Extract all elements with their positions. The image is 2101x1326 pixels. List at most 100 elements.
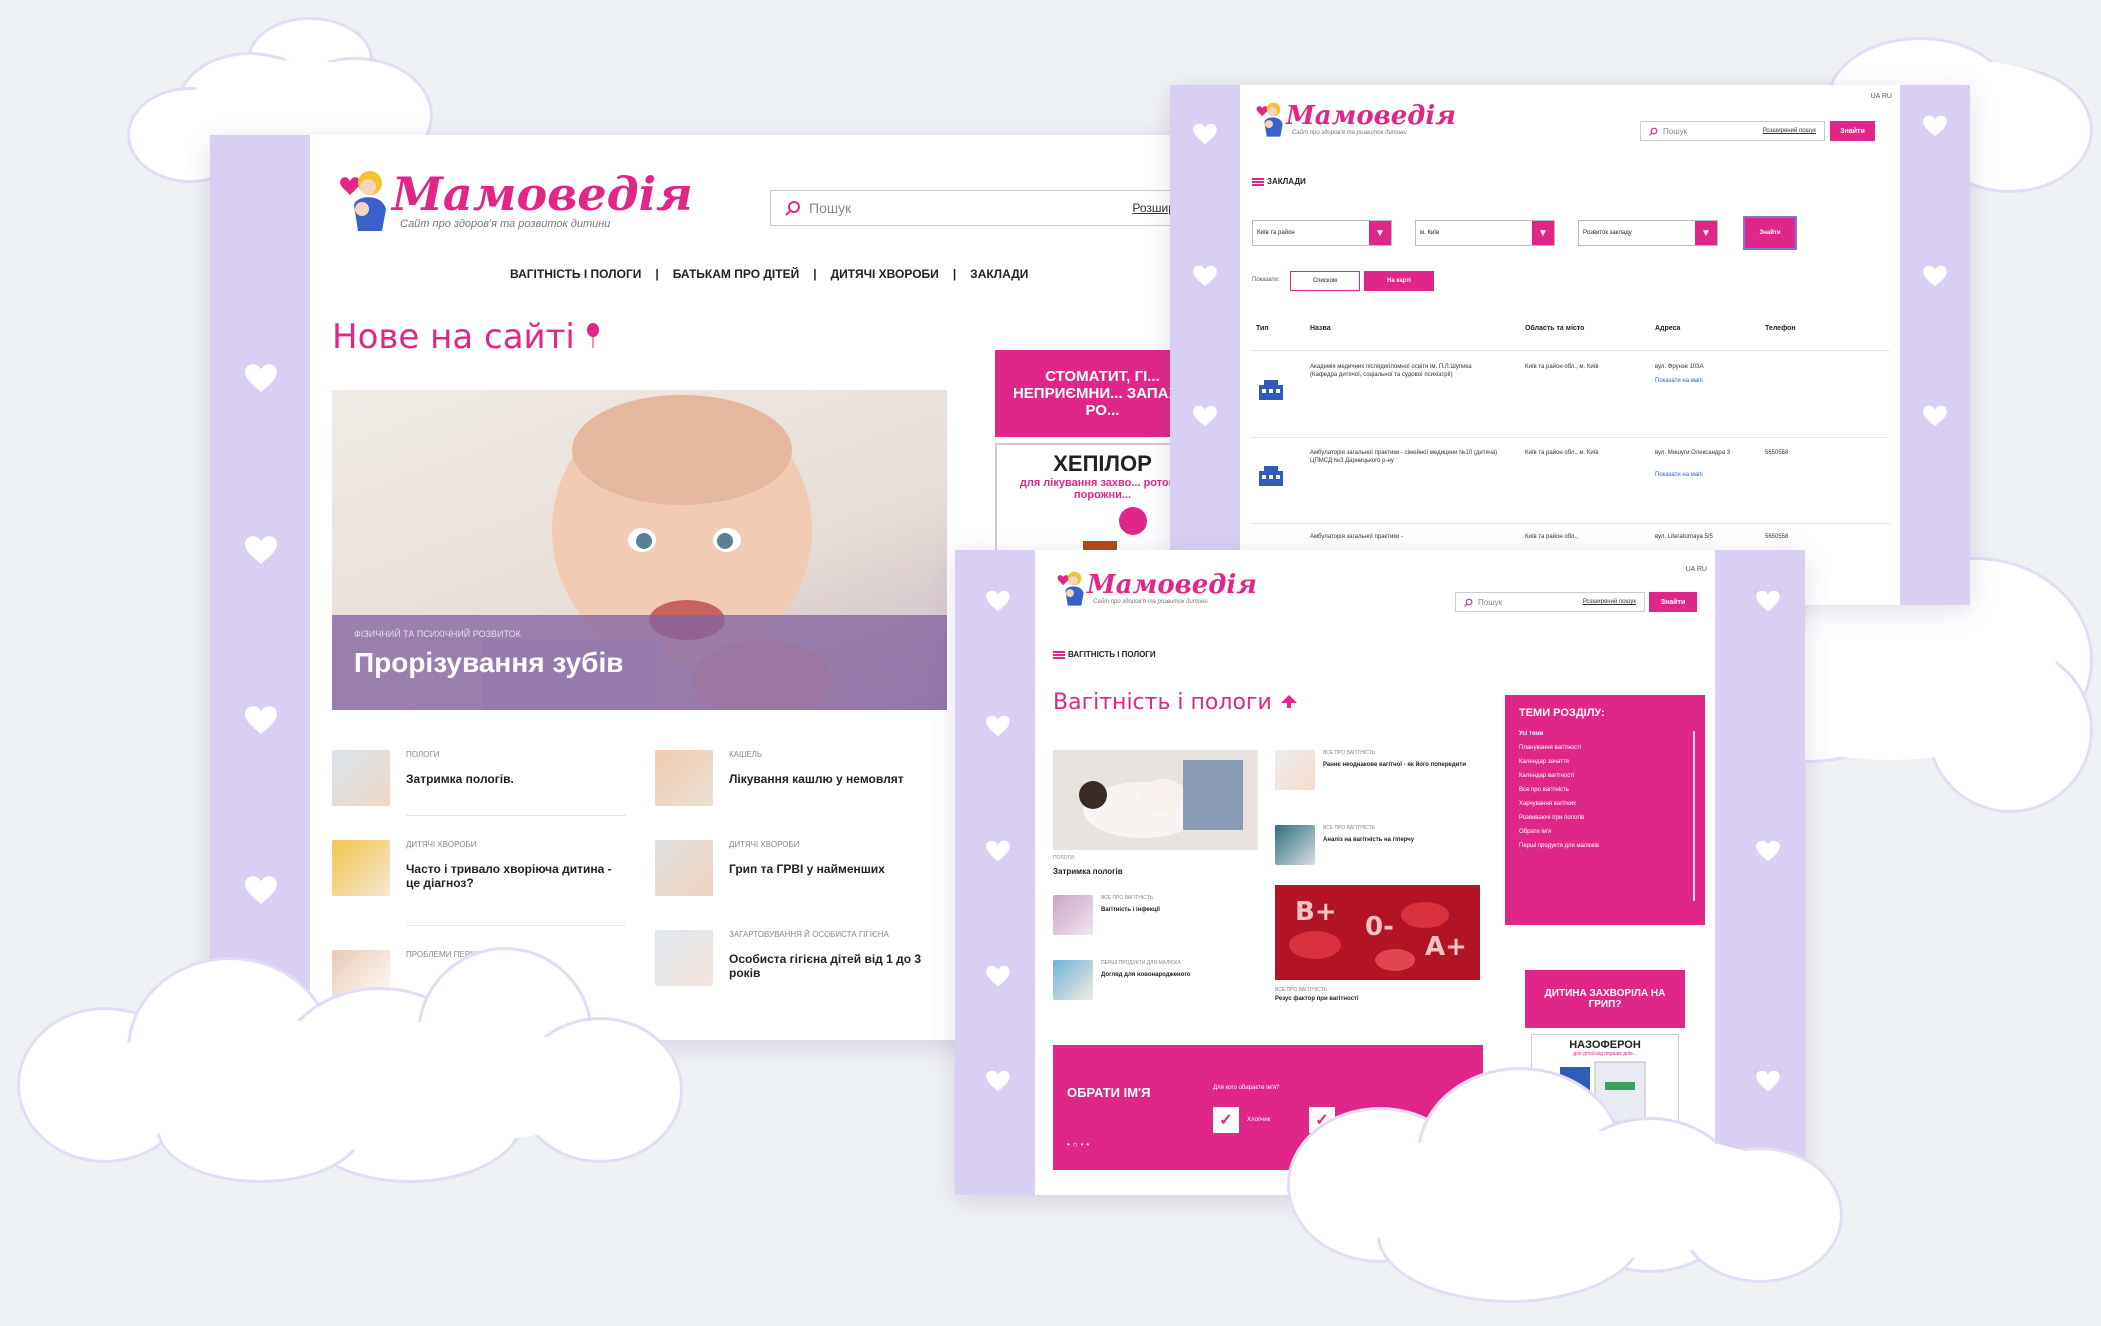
main-article[interactable]: ПОЛОГИ Затримка пологів (1053, 750, 1258, 880)
facility-phone: 5650558 (1765, 534, 1789, 540)
filter-region-select[interactable]: Київ та район ▼ (1252, 220, 1392, 246)
view-list-tab[interactable]: Списком (1290, 271, 1360, 291)
menu-item-parents[interactable]: БАТЬКАМ ПРО ДІТЕЙ (673, 267, 800, 281)
advanced-search-link[interactable]: Розширений пошук (1583, 599, 1636, 605)
heart-icon (986, 590, 1010, 612)
article-category: ВСЕ ПРО ВАГІТНІСТЬ (1323, 825, 1376, 831)
site-logo[interactable]: Мамоведія Сайт про здоров'я та розвиток … (332, 165, 693, 235)
facility-name: Академія медичних післядипломної освіти … (1310, 364, 1472, 379)
list-item[interactable]: ДИТЯЧІ ХВОРОБИ Грип та ГРВІ у найменших (655, 840, 955, 920)
list-item[interactable]: ДИТЯЧІ ХВОРОБИ Часто і тривало хворіюча … (332, 840, 632, 920)
menu-icon (1252, 177, 1264, 186)
column-header-name: Назва (1310, 325, 1331, 332)
topics-list: Усі теми Планування вагітності Календар … (1519, 727, 1691, 853)
table-row[interactable]: Академія медичних післядипломної освіти … (1240, 357, 1900, 437)
page-title: Вагітність і пологи (1053, 690, 1299, 715)
site-logo[interactable]: Мамоведія Сайт про здоров'я та розвиток … (1252, 99, 1456, 139)
list-item[interactable]: ВСЕ ПРО ВАГІТНІСТЬ Аналіз на вагітність … (1275, 825, 1485, 875)
search-button[interactable]: Знайти (1649, 592, 1697, 612)
article-title: Раннє неоднакове вагітної - як його попе… (1323, 762, 1467, 768)
language-switch[interactable]: UA RU (1871, 93, 1892, 100)
hospital-icon (1259, 380, 1283, 400)
topic-item[interactable]: Розвиваючі ігри пологів (1519, 811, 1691, 825)
mother-child-logo-icon (1256, 102, 1283, 137)
facilities-page: UA RU Мамоведія Сайт про здоров'я та роз… (1240, 85, 1900, 605)
carousel-dots[interactable]: •○•• (1067, 1140, 1092, 1149)
checkbox-boy[interactable]: ✓ (1213, 1107, 1239, 1133)
filter-type-value: Розвиток закладу (1583, 230, 1632, 236)
list-item[interactable]: ВСЕ ПРО ВАГІТНІСТЬ Вагітність і інфекції (1053, 895, 1263, 945)
pregnant-woman-photo (1053, 750, 1258, 850)
article-title: Часто і тривало хворіюча дитина - це діа… (406, 862, 612, 890)
topic-item[interactable]: Все про вагітність (1519, 783, 1691, 797)
article-thumbnail (655, 840, 713, 896)
heart-icon (986, 840, 1010, 862)
topic-item[interactable]: Харчування вагітних (1519, 797, 1691, 811)
article-category: ПЕРШІ ПРОДУКТИ ДЛЯ МАЛЮКА (1101, 960, 1181, 966)
page-title-text: Нове на сайті (332, 317, 575, 357)
topic-item[interactable]: Усі теми (1519, 727, 1691, 741)
show-label: Показати: (1252, 277, 1280, 283)
view-map-tab[interactable]: На карті (1364, 271, 1434, 291)
article-category: ЗАГАРТОВУВАННЯ Й ОСОБИСТА ГІГІЄНА (729, 930, 889, 939)
facilities-screenshot: UA RU Мамоведія Сайт про здоров'я та роз… (1170, 85, 1970, 605)
show-on-map-link[interactable]: Показати на мапі (1655, 377, 1703, 385)
article-thumbnail (1053, 895, 1093, 935)
topic-item[interactable]: Обрати ім'я (1519, 825, 1691, 839)
show-on-map-link[interactable]: Показати на мапі (1655, 471, 1703, 479)
topics-scrollbar[interactable] (1693, 731, 1695, 901)
menu-item-pregnancy[interactable]: ВАГІТНІСТЬ І ПОЛОГИ (510, 267, 641, 281)
list-item[interactable]: B+ 0- A+ ВСЕ ПРО ВАГІТНІСТЬ Резус фактор п… (1275, 885, 1480, 1005)
heart-icon (245, 706, 277, 734)
article-category: ВСЕ ПРО ВАГІТНІСТЬ (1101, 895, 1154, 901)
site-logo[interactable]: Мамоведія Сайт про здоров'я та розвиток … (1053, 568, 1257, 608)
list-item[interactable]: ПОЛОГИ Затримка пологів. (332, 750, 632, 820)
blood-type-image: B+ 0- A+ (1275, 885, 1480, 980)
heart-icon (1756, 1070, 1780, 1092)
list-item[interactable]: КАШЕЛЬ Лікування кашлю у немовлят (655, 750, 955, 820)
menu-separator: | (813, 267, 817, 281)
find-button[interactable]: Знайти (1745, 218, 1795, 248)
search-icon (1649, 127, 1658, 136)
svg-text:B+: B+ (1295, 897, 1337, 927)
search-button[interactable]: Знайти (1830, 121, 1875, 141)
menu-icon (1053, 650, 1065, 659)
heart-icon (986, 1070, 1010, 1092)
filter-type-select[interactable]: Розвиток закладу ▼ (1578, 220, 1718, 246)
heart-icon (1923, 265, 1947, 287)
search-input[interactable]: Пошук Розширений пошук (1455, 592, 1645, 612)
heart-icon (1756, 840, 1780, 862)
article-title: Затримка пологів. (406, 772, 514, 786)
topic-item[interactable]: Перші продукти для малюків (1519, 839, 1691, 853)
column-header-type: Тип (1256, 325, 1269, 332)
hero-article[interactable]: ФІЗИЧНИЙ ТА ПСИХІЧНИЙ РОЗВИТОК Прорізува… (332, 390, 947, 710)
menu-item-diseases[interactable]: ДИТЯЧІ ХВОРОБИ (831, 267, 939, 281)
article-title: Грип та ГРВІ у найменших (729, 862, 885, 876)
divider (406, 925, 626, 926)
language-switch[interactable]: UA RU (1686, 566, 1707, 573)
list-item[interactable]: ЗАГАРТОВУВАННЯ Й ОСОБИСТА ГІГІЄНА Особис… (655, 930, 955, 1010)
advanced-search-link[interactable]: Розширений пошук (1763, 128, 1816, 134)
list-item[interactable]: ПЕРШІ ПРОДУКТИ ДЛЯ МАЛЮКА Догляд для нов… (1053, 960, 1263, 1010)
choose-name-question: Для кого обираєте ім'я? (1213, 1085, 1280, 1091)
list-item[interactable]: ВСЕ ПРО ВАГІТНІСТЬ Раннє неоднакове вагі… (1275, 750, 1485, 810)
search-input[interactable]: Пошук Розширений пошук (770, 190, 1210, 226)
article-category: ПОЛОГИ (406, 750, 440, 759)
filter-city-select[interactable]: м. Київ ▼ (1415, 220, 1555, 246)
logo-text: Мамоведія (1087, 570, 1257, 600)
table-row[interactable]: Амбулаторія загальної практики - сімейно… (1240, 443, 1900, 523)
facility-region: Київ та район обл., (1525, 534, 1578, 540)
logo-text: Мамоведія (392, 167, 693, 221)
search-placeholder: Пошук (1663, 126, 1688, 136)
topic-item[interactable]: Планування вагітності (1519, 741, 1691, 755)
article-thumbnail (1275, 750, 1315, 790)
chevron-down-icon: ▼ (1695, 221, 1717, 245)
topic-item[interactable]: Календар зачаття (1519, 755, 1691, 769)
topic-item[interactable]: Календар вагітності (1519, 769, 1691, 783)
menu-item-facilities[interactable]: ЗАКЛАДИ (970, 267, 1028, 281)
search-icon (785, 201, 800, 216)
facility-address: вул. Literaturnaya 5/5 (1655, 534, 1713, 540)
article-thumbnail (332, 750, 390, 806)
search-input[interactable]: Пошук Розширений пошук (1640, 121, 1825, 141)
article-thumbnail (655, 930, 713, 986)
